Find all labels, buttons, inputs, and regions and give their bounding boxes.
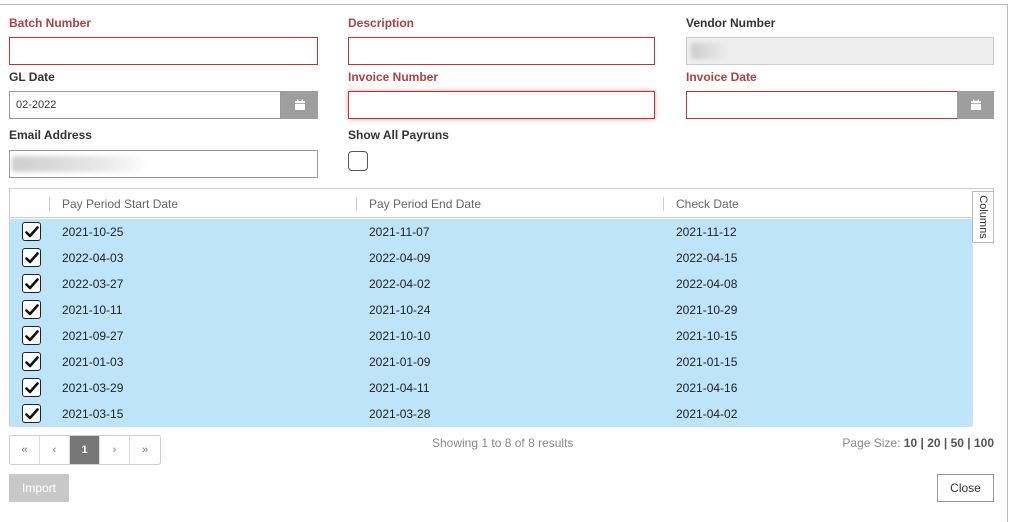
cell-check-date: 2021-04-02 [676, 407, 738, 421]
cell-start-date: 2021-03-15 [62, 407, 124, 421]
row-checkbox[interactable] [22, 352, 41, 371]
columns-button-label: Columns [977, 195, 989, 239]
cell-end-date: 2021-03-28 [369, 407, 431, 421]
page-1-button[interactable]: 1 [70, 436, 100, 464]
calendar-icon [970, 99, 981, 110]
email-address-input[interactable] [9, 150, 318, 178]
checkmark-icon [24, 381, 39, 393]
page-size-selector: Page Size: 10 | 20 | 50 | 100 [842, 436, 994, 450]
checkmark-icon [24, 251, 39, 263]
row-checkbox[interactable] [22, 300, 41, 319]
cell-check-date: 2021-04-16 [676, 381, 738, 395]
row-checkbox[interactable] [22, 326, 41, 345]
table-row[interactable]: 2021-01-03 2021-01-09 2021-01-15 [10, 349, 972, 375]
prev-page-button[interactable]: ‹ [40, 436, 70, 464]
table-row[interactable]: 2021-10-25 2021-11-07 2021-11-12 [10, 219, 972, 245]
page-size-label: Page Size: [842, 436, 901, 450]
invoice-date-calendar-button[interactable] [957, 91, 994, 119]
row-checkbox[interactable] [22, 404, 41, 423]
table-row[interactable]: 2021-10-11 2021-10-24 2021-10-29 [10, 297, 972, 323]
show-all-payruns-checkbox[interactable] [348, 151, 368, 171]
cell-start-date: 2021-09-27 [62, 329, 124, 343]
cell-end-date: 2021-10-10 [369, 329, 431, 343]
calendar-icon [294, 99, 305, 110]
table-row[interactable]: 2021-03-29 2021-04-11 2021-04-16 [10, 375, 972, 401]
close-button[interactable]: Close [937, 474, 994, 502]
cell-end-date: 2021-11-07 [369, 225, 430, 239]
checkmark-icon [24, 329, 39, 341]
show-all-payruns-label: Show All Payruns [348, 128, 449, 142]
redacted-value [12, 156, 147, 172]
table-row[interactable]: 2021-03-15 2021-03-28 2021-04-02 [10, 401, 972, 427]
checkmark-icon [24, 407, 39, 419]
header-pay-period-end-date[interactable]: Pay Period End Date [357, 189, 481, 217]
page-size-100[interactable]: 100 [974, 436, 994, 450]
header-pay-period-start-date[interactable]: Pay Period Start Date [50, 189, 178, 217]
cell-check-date: 2022-04-15 [676, 251, 738, 265]
grid-scroll-area [972, 244, 994, 426]
invoice-date-input[interactable] [686, 91, 958, 119]
redacted-value [691, 43, 731, 59]
row-checkbox[interactable] [22, 274, 41, 293]
header-check-date[interactable]: Check Date [664, 189, 739, 217]
last-page-button[interactable]: » [130, 436, 160, 464]
checkmark-icon [24, 355, 39, 367]
cell-check-date: 2021-01-15 [676, 355, 738, 369]
page-size-10[interactable]: 10 [904, 436, 917, 450]
cell-start-date: 2021-10-11 [62, 303, 123, 317]
description-label: Description [348, 16, 415, 30]
gl-date-label: GL Date [9, 70, 55, 84]
batch-number-input[interactable] [9, 37, 318, 65]
cell-start-date: 2022-04-03 [62, 251, 124, 265]
email-address-label: Email Address [9, 128, 92, 142]
first-page-button[interactable]: « [10, 436, 40, 464]
cell-check-date: 2021-10-29 [676, 303, 738, 317]
cell-check-date: 2021-11-12 [676, 225, 737, 239]
cell-start-date: 2021-03-29 [62, 381, 124, 395]
checkmark-icon [24, 303, 39, 315]
pagination: « ‹ 1 › » [9, 435, 161, 465]
cell-start-date: 2021-01-03 [62, 355, 124, 369]
table-row[interactable]: 2021-09-27 2021-10-10 2021-10-15 [10, 323, 972, 349]
cell-end-date: 2021-04-11 [369, 381, 430, 395]
cell-start-date: 2021-10-25 [62, 225, 124, 239]
cell-end-date: 2021-10-24 [369, 303, 431, 317]
next-page-button[interactable]: › [100, 436, 130, 464]
cell-end-date: 2021-01-09 [369, 355, 431, 369]
row-checkbox[interactable] [22, 248, 41, 267]
description-input[interactable] [348, 37, 655, 65]
batch-number-label: Batch Number [9, 16, 92, 30]
cell-end-date: 2022-04-02 [369, 277, 431, 291]
page-size-20[interactable]: 20 [927, 436, 940, 450]
import-button[interactable]: Import [9, 474, 69, 502]
results-summary: Showing 1 to 8 of 8 results [432, 436, 574, 450]
table-row[interactable]: 2022-04-03 2022-04-09 2022-04-15 [10, 245, 972, 271]
dialog-top-border [0, 4, 1008, 5]
dialog-right-border [1007, 4, 1008, 522]
columns-button[interactable]: Columns [972, 191, 994, 243]
gl-date-calendar-button[interactable] [281, 91, 318, 119]
page-size-50[interactable]: 50 [951, 436, 964, 450]
invoice-number-input[interactable] [348, 91, 655, 119]
gl-date-input[interactable]: 02-2022 [9, 91, 281, 119]
row-checkbox[interactable] [22, 222, 41, 241]
cell-check-date: 2022-04-08 [676, 277, 738, 291]
cell-check-date: 2021-10-15 [676, 329, 738, 343]
grid-header: Pay Period Start Date Pay Period End Dat… [10, 189, 972, 218]
checkmark-icon [24, 225, 39, 237]
invoice-date-label: Invoice Date [686, 70, 757, 84]
payruns-grid: Pay Period Start Date Pay Period End Dat… [9, 188, 994, 427]
vendor-number-input [686, 37, 994, 65]
row-checkbox[interactable] [22, 378, 41, 397]
checkmark-icon [24, 277, 39, 289]
table-row[interactable]: 2022-03-27 2022-04-02 2022-04-08 [10, 271, 972, 297]
invoice-number-label: Invoice Number [348, 70, 439, 84]
cell-end-date: 2022-04-09 [369, 251, 431, 265]
vendor-number-label: Vendor Number [686, 16, 776, 30]
cell-start-date: 2022-03-27 [62, 277, 124, 291]
